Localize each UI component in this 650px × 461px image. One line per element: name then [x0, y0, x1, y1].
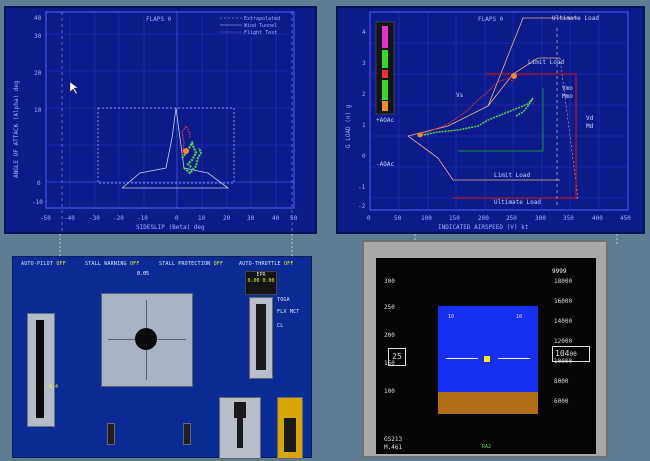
throttle-track[interactable] — [249, 297, 273, 379]
ultimate-load-top: Ultimate Load — [552, 15, 599, 22]
x-tick: -50 — [40, 215, 51, 222]
altitude-target: 9999 — [552, 268, 567, 275]
x-tick: 450 — [620, 215, 631, 222]
speed-box: 25 — [388, 348, 406, 366]
limit-load-bottom: Limit Load — [494, 172, 531, 179]
flx-mct-label: FLX MCT — [277, 309, 300, 315]
flaps-label: FLAPS 0 — [478, 16, 504, 23]
autothrottle-label: AUTO-THROTTLE OFF — [239, 261, 294, 267]
y-tick: 0 — [362, 153, 366, 160]
x-tick: 400 — [592, 215, 603, 222]
throttle-lever-left[interactable] — [219, 397, 261, 459]
x-tick: 0 — [175, 215, 179, 222]
vn-flight-trace — [417, 73, 534, 138]
toga-label: TOGA — [277, 297, 290, 303]
altitude-box: 10400 — [552, 346, 590, 362]
vs-label: Vs — [456, 92, 464, 99]
x-tick: -40 — [64, 215, 75, 222]
vn-diagram: 4 3 2 1 0 -1 -2 0 50 100 150 200 250 300… — [345, 11, 631, 231]
pfd-screen: 300 250 200 150 100 25 10 10 18000 16000… — [376, 258, 596, 454]
trim-indicator[interactable]: -0.4 — [27, 313, 59, 427]
pfd-bezel: 300 250 200 150 100 25 10 10 18000 16000… — [362, 240, 608, 458]
x-tick: 150 — [449, 215, 460, 222]
alpha-beta-plot: 40 30 20 10 0 -10 -50 -40 -30 -20 -10 0 … — [13, 11, 298, 232]
y-tick: 4 — [362, 29, 366, 36]
y-tick: 20 — [34, 70, 42, 77]
x-tick: 300 — [535, 215, 546, 222]
mach-readout: M.461 — [384, 444, 403, 451]
mouse-cursor-icon — [69, 81, 79, 95]
x-tick: 250 — [506, 215, 517, 222]
x-axis-label: SIDESLIP (Beta) deg — [136, 224, 205, 231]
legend-extrapolated: Extrapolated — [244, 16, 280, 22]
limit-load-top: Limit Load — [528, 59, 565, 66]
control-panel: AUTO-PILOT OFF STALL WARNING OFF STALL P… — [12, 256, 312, 459]
y-axis-label: G LOAD (n) g — [345, 104, 352, 148]
attitude-indicator: 10 10 — [438, 306, 538, 414]
flight-test-trace — [181, 124, 203, 175]
sidestick-pad[interactable] — [101, 293, 193, 387]
x-tick: -10 — [137, 215, 148, 222]
sidestick-ball[interactable] — [135, 328, 157, 350]
x-tick: 50 — [290, 215, 298, 222]
vn-diagram-panel: 4 3 2 1 0 -1 -2 0 50 100 150 200 250 300… — [336, 6, 645, 234]
simulator-display: 40 30 20 10 0 -10 -50 -40 -30 -20 -10 0 … — [0, 0, 650, 461]
ultimate-load-bottom: Ultimate Load — [494, 199, 541, 206]
stall-protection-switch[interactable] — [183, 423, 191, 445]
x-tick: -20 — [113, 215, 124, 222]
x-tick: 350 — [563, 215, 574, 222]
heading-readout: RA2 — [482, 444, 492, 450]
y-tick: 10 — [34, 107, 42, 114]
y-axis-label: ANGLE OF ATTACK (Alpha) deg — [13, 80, 20, 178]
pitch-readout: 0.05 — [137, 271, 150, 277]
y-tick: -1 — [358, 184, 366, 191]
autopilot-switch[interactable] — [107, 423, 115, 445]
x-tick: 30 — [247, 215, 255, 222]
flaps-label: FLAPS 0 — [146, 16, 172, 23]
epr-gauge: EPR 0.00 0.00 — [245, 271, 277, 295]
y-tick: 1 — [362, 122, 366, 129]
vmo-label: Vmo — [562, 85, 573, 92]
stall-protection-label: STALL PROTECTION OFF — [159, 261, 224, 267]
trim-value: -0.4 — [46, 384, 59, 390]
y-tick: 40 — [34, 15, 42, 22]
stall-warning-label: STALL WARNING OFF — [85, 261, 140, 267]
ground-speed: GS213 — [384, 436, 403, 443]
md-label: Md — [586, 123, 594, 130]
cl-label: CL — [277, 323, 284, 329]
speed-tape: 300 250 200 150 100 — [384, 278, 395, 395]
aoa-color-scale — [375, 21, 395, 115]
y-tick: 0 — [37, 180, 41, 187]
x-tick: 50 — [394, 215, 402, 222]
aoac-minus-label: -AOAc — [376, 161, 394, 168]
mmo-label: Mmo — [562, 93, 573, 100]
alpha-beta-plot-panel: 40 30 20 10 0 -10 -50 -40 -30 -20 -10 0 … — [4, 6, 317, 234]
plot-legend: Extrapolated Wind Tunnel Flight Test — [220, 16, 280, 36]
y-tick: 30 — [34, 33, 42, 40]
x-axis-label: INDICATED AIRSPEED (V) kt — [438, 224, 529, 231]
autopilot-label: AUTO-PILOT OFF — [21, 261, 66, 267]
x-tick: 100 — [421, 215, 432, 222]
legend-flight-test: Flight Test — [244, 30, 277, 36]
aoac-plus-label: +AOAc — [376, 117, 394, 124]
throttle-lever-right[interactable] — [277, 397, 303, 459]
vd-label: Vd — [586, 115, 594, 122]
x-tick: 40 — [272, 215, 280, 222]
epr-values: 0.00 0.00 — [247, 278, 275, 284]
x-tick: 0 — [367, 215, 371, 222]
y-tick: 2 — [362, 91, 366, 98]
pitch-readout-area: 0.05 — [97, 271, 199, 289]
y-tick: 3 — [362, 60, 366, 67]
x-tick: 200 — [478, 215, 489, 222]
y-tick: -2 — [358, 203, 366, 210]
legend-wind-tunnel: Wind Tunnel — [244, 23, 277, 29]
x-tick: -30 — [89, 215, 100, 222]
y-tick: -10 — [32, 199, 43, 206]
altitude-tape: 18000 16000 14000 12000 10000 8000 6000 — [554, 278, 573, 405]
x-tick: 10 — [198, 215, 206, 222]
x-tick: 20 — [223, 215, 231, 222]
